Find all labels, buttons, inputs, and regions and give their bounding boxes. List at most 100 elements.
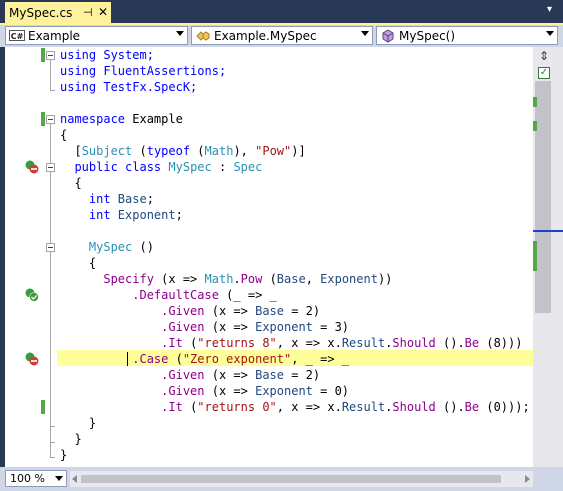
collapse-using-icon[interactable] — [46, 51, 55, 60]
using-directive: using FluentAssertions; — [60, 64, 227, 78]
type-dropdown[interactable]: Example.MySpec — [191, 26, 373, 45]
punct: (x => — [204, 384, 256, 398]
method: Should — [392, 400, 436, 414]
string: "returns 0" — [197, 400, 277, 414]
code-line: public class MySpec : Spec — [60, 159, 262, 175]
collapse-constructor-icon[interactable] — [46, 243, 55, 252]
property: Result — [341, 400, 386, 414]
punct: (x => — [153, 272, 205, 286]
outline-tick — [50, 457, 55, 458]
brace: } — [60, 448, 68, 462]
outline-tick — [50, 426, 55, 427]
punct: ; — [146, 192, 154, 206]
class-icon — [196, 31, 210, 41]
indicator-margin — [5, 47, 55, 467]
editor-window: MySpec.cs ⊣ ✕ ▾ C# Example Example.MySpe… — [0, 0, 563, 491]
outline-tick — [50, 90, 55, 91]
code-line: .DefaultCase (_ => _ — [60, 287, 277, 303]
code-line: using System; — [60, 47, 154, 63]
punct: () — [132, 240, 154, 254]
using-directive: using TestFx.SpecK; — [60, 80, 198, 94]
method: Specify — [103, 272, 154, 286]
type: MySpec — [168, 160, 212, 174]
punct: ; — [175, 208, 183, 222]
punct: [ — [60, 144, 82, 158]
code-line: [Subject (typeof (Math), "Pow")] — [60, 143, 305, 159]
string: "Pow" — [255, 144, 292, 158]
method: .Given — [161, 368, 205, 382]
code-editor[interactable]: using System; using FluentAssertions; us… — [5, 47, 533, 467]
punct: = 0) — [312, 384, 350, 398]
code-line: { — [60, 255, 96, 271]
failed-icon[interactable] — [25, 352, 39, 366]
punct: . — [233, 272, 241, 286]
punct: = 3) — [312, 320, 350, 334]
outline-guide — [50, 60, 51, 90]
pin-icon[interactable]: ⊣ — [83, 6, 95, 19]
type-dropdown-label: Example.MySpec — [214, 29, 317, 43]
punct: : — [211, 160, 234, 174]
code-line: using TestFx.SpecK; — [60, 79, 197, 95]
punct: (x => — [204, 320, 256, 334]
code-line: int Exponent; — [60, 207, 183, 223]
member-dropdown[interactable]: MySpec() — [376, 26, 558, 45]
punct: ( — [182, 336, 198, 350]
navigation-bar: C# Example Example.MySpec MySpec() — [0, 25, 563, 47]
close-icon[interactable]: ✕ — [98, 5, 110, 19]
csharp-project-icon: C# — [9, 30, 25, 41]
document-tab[interactable]: MySpec.cs ⊣ ✕ — [5, 2, 111, 24]
passed-failed-icon[interactable] — [25, 160, 39, 174]
property: Base — [276, 272, 306, 286]
punct: , _ => _ — [291, 352, 349, 366]
type: Math — [204, 272, 234, 286]
vertical-scrollbar[interactable]: ⇕ ✓ — [533, 47, 563, 467]
chevron-down-icon — [361, 31, 369, 36]
project-dropdown-label: Example — [28, 29, 81, 43]
outline-guide — [50, 124, 51, 458]
horizontal-scrollbar[interactable] — [70, 471, 533, 487]
method: .It — [161, 336, 183, 350]
project-dropdown[interactable]: C# Example — [5, 26, 188, 45]
method: .DefaultCase — [132, 288, 219, 302]
code-line: } — [60, 431, 82, 447]
collapse-class-icon[interactable] — [46, 163, 55, 172]
punct: = 2) — [284, 304, 321, 318]
document-tab-strip: MySpec.cs ⊣ ✕ ▾ — [0, 0, 563, 25]
punct: )) — [377, 272, 393, 286]
property: Exponent — [320, 272, 378, 286]
collapse-namespace-icon[interactable] — [46, 115, 55, 124]
string: "Zero exponent" — [182, 352, 292, 366]
punct: , x => x. — [276, 400, 342, 414]
code-line: int Base; — [60, 191, 154, 207]
passed-icon[interactable] — [25, 288, 39, 302]
punct: (x => — [204, 368, 256, 382]
zoom-dropdown[interactable]: 100 % — [5, 470, 67, 487]
method: Pow — [240, 272, 263, 286]
code-line: namespace Example — [60, 111, 183, 127]
property: Exponent — [255, 384, 313, 398]
property: Base — [255, 304, 284, 318]
brace: } — [60, 432, 82, 446]
punct: ( — [182, 400, 198, 414]
method: Be — [464, 336, 480, 350]
keyword: int — [60, 208, 111, 222]
scrollbar-thumb[interactable] — [81, 475, 501, 483]
tab-overflow-dropdown-icon[interactable]: ▾ — [547, 4, 557, 16]
code-line: .Given (x => Base = 2) — [60, 303, 320, 319]
scroll-left-icon[interactable] — [72, 475, 77, 483]
method: .Given — [161, 304, 205, 318]
splitter-icon[interactable]: ⇕ — [537, 49, 551, 63]
change-marker — [41, 112, 45, 126]
keyword: public class — [60, 160, 162, 174]
code-line: .Case ("Zero exponent", _ => _ — [60, 351, 349, 367]
chevron-down-icon — [546, 31, 554, 36]
code-line: Specify (x => Math.Pow (Base, Exponent)) — [60, 271, 392, 287]
punct: , — [305, 272, 321, 286]
brace: { — [60, 128, 68, 142]
scroll-right-icon[interactable] — [525, 475, 530, 483]
scrollbar-thumb[interactable] — [535, 81, 551, 313]
